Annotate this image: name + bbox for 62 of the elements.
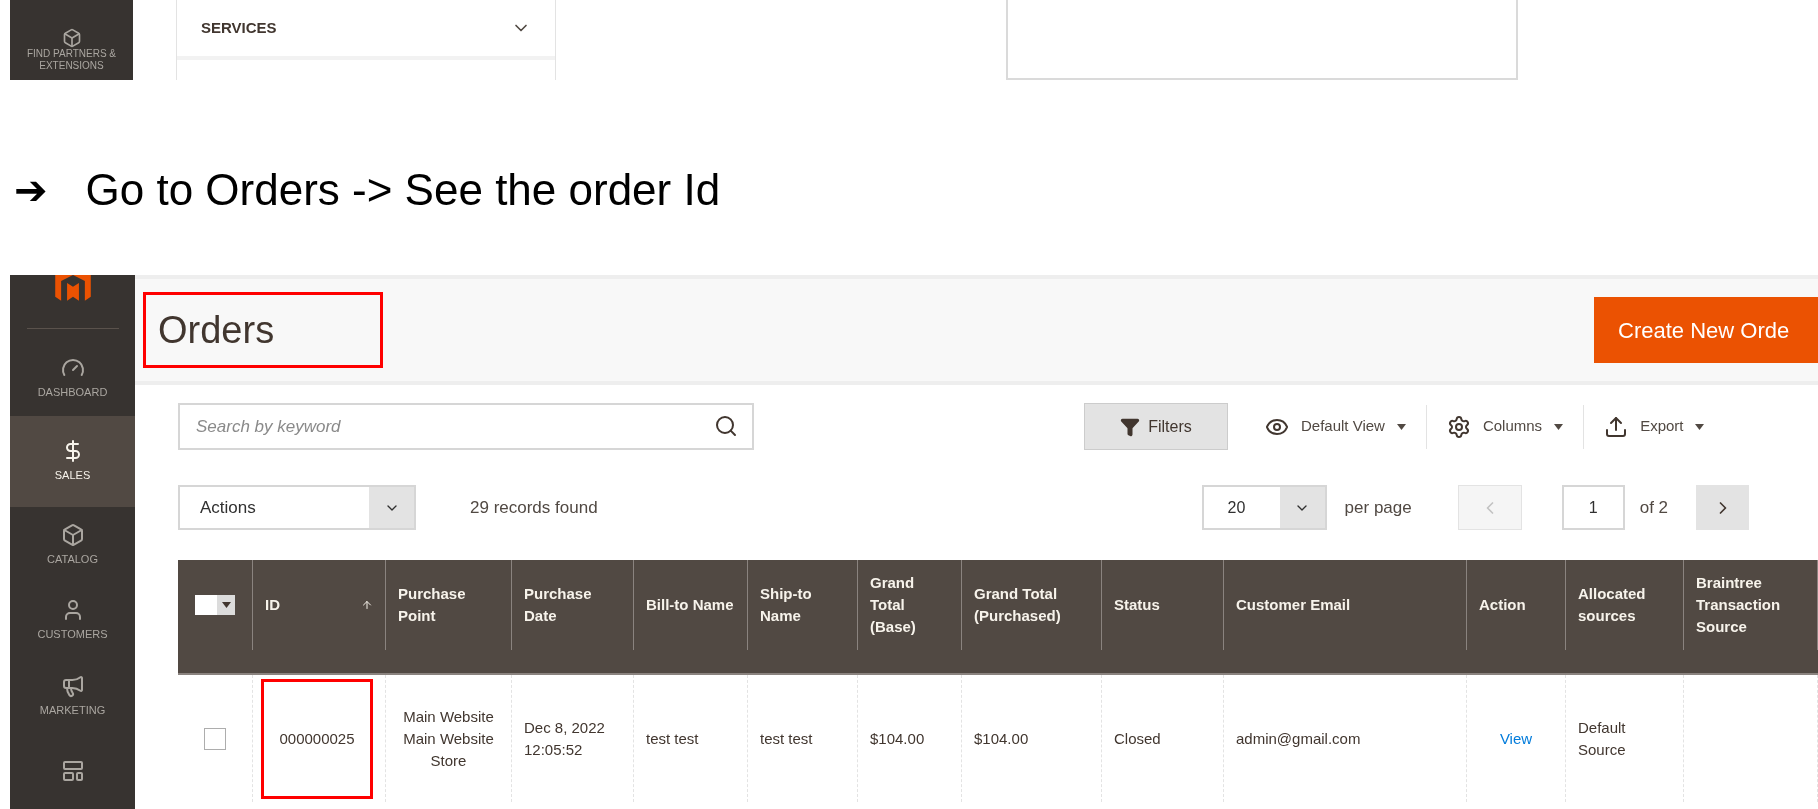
caret-icon [1396,423,1406,430]
column-header[interactable]: Grand Total (Purchased) [962,560,1102,650]
page-number-field[interactable]: 1 [1561,485,1625,530]
actions-select[interactable]: Actions [178,485,416,530]
column-header[interactable]: Customer Email [1224,560,1467,650]
table-cell-text: admin@gmail.com [1236,728,1361,749]
megaphone-icon [60,673,85,698]
column-header[interactable]: Purchase Date [512,560,634,650]
sidebar-item[interactable]: SALES [10,416,135,508]
records-count: 29 records found [470,496,598,519]
toolbar-dropdown[interactable]: Default View [1265,414,1406,439]
page-title: Orders [143,292,383,368]
per-page-label: per page [1344,496,1412,519]
table-cell-text: $104.00 [870,728,925,749]
caret-icon [1695,423,1705,430]
sidebar-item[interactable]: FIND PARTNERS & EXTENSIONS [10,0,133,80]
search-icon[interactable] [714,414,738,438]
gear-icon [1446,414,1471,439]
instruction-text: Go to Orders -> See the order Id [85,163,721,216]
filters-button[interactable]: Filters [1084,403,1228,450]
filter-icon [1120,416,1141,437]
previous-page-button[interactable] [1457,485,1522,530]
upload-icon [1604,414,1629,439]
sidebar-item[interactable]: CATALOG [10,507,135,583]
table-cell-text: Dec 8, 2022 12:05:52 [524,717,606,760]
table-cell-text: test test [760,728,813,749]
row-checkbox[interactable] [204,727,226,750]
text-area[interactable] [1006,0,1518,80]
caret-icon [221,601,231,608]
column-header[interactable]: ID [253,560,386,650]
per-page-select[interactable]: 20 [1201,485,1327,530]
sidebar-item[interactable]: MARKETING [10,658,135,734]
caret-icon [1554,423,1564,430]
select-all-checkbox[interactable] [195,594,235,615]
column-header[interactable]: Ship-to Name [748,560,858,650]
column-header[interactable]: Bill-to Name [634,560,748,650]
table-cell-text: Closed [1114,728,1161,749]
box-icon [60,522,85,547]
search-field[interactable]: Search by keyword [178,403,754,450]
toolbar-dropdown[interactable]: Export [1604,414,1705,439]
table-cell-text: $104.00 [974,728,1029,749]
services-header[interactable]: SERVICES [177,0,555,60]
table-cell-text: Default Source [1578,717,1627,760]
column-header[interactable]: Grand Total (Base) [858,560,962,650]
sort-arrow-icon [361,598,373,611]
column-header[interactable]: Status [1102,560,1224,650]
sidebar-item[interactable]: DASHBOARD [10,340,135,417]
column-header[interactable]: Purchase Point [386,560,512,650]
view-link[interactable]: View [1499,727,1533,750]
sidebar-item[interactable]: CUSTOMERS [10,582,135,659]
table-cell-text: Main Website Main Website Store [402,706,495,771]
column-header[interactable]: Allocated sources [1566,560,1684,650]
toolbar-dropdown[interactable]: Columns [1446,414,1564,439]
layout-icon [60,759,85,784]
column-header[interactable]: Action [1467,560,1566,650]
create-order-button[interactable]: Create New Orde [1594,297,1818,363]
box-icon [61,28,82,48]
page-total: of 2 [1639,496,1669,519]
table-cell-text: test test [646,728,699,749]
order-id: 000000025 [261,678,373,799]
column-header[interactable]: Braintree Transaction Source [1684,560,1818,650]
arrow-bullet: ➔ [14,165,48,215]
